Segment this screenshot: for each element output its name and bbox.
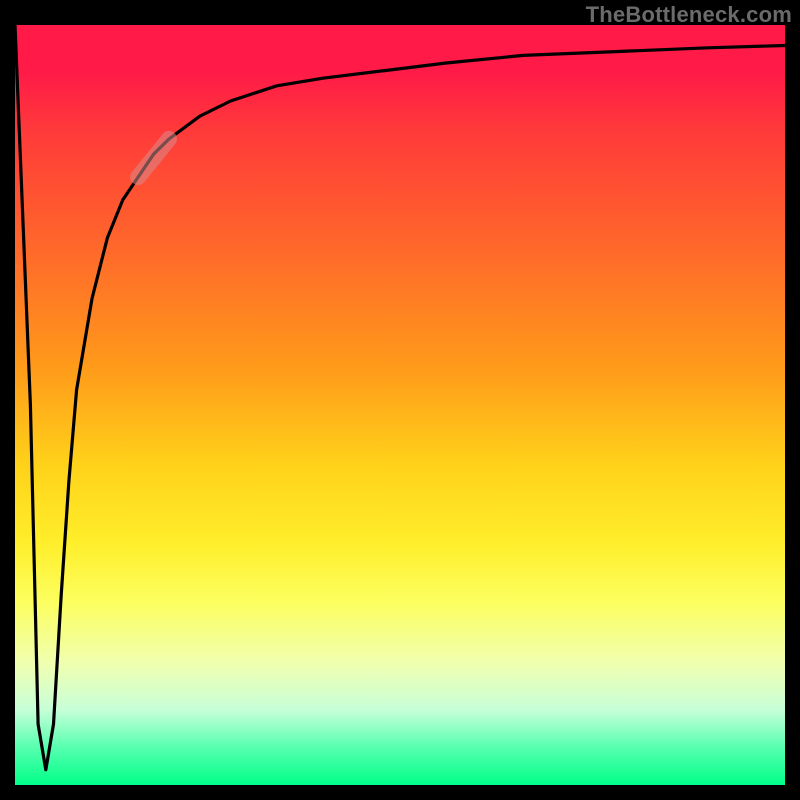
watermark-label: TheBottleneck.com	[586, 2, 792, 28]
highlight-band	[138, 139, 169, 177]
curve-svg	[15, 25, 785, 785]
plot-area	[15, 25, 785, 785]
chart-frame: TheBottleneck.com	[0, 0, 800, 800]
bottleneck-curve	[15, 25, 785, 770]
